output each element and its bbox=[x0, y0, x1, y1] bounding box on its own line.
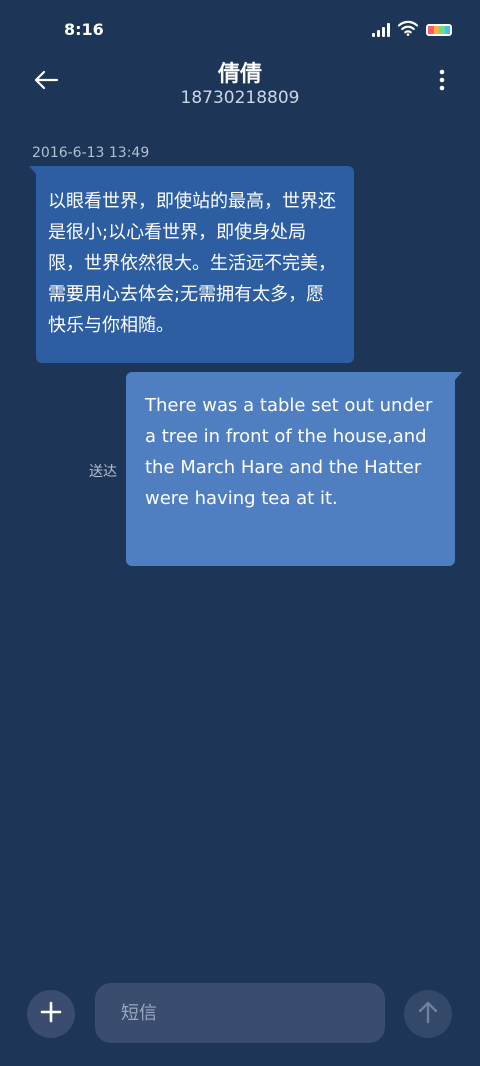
more-options-button[interactable] bbox=[430, 66, 454, 98]
bubble-tail bbox=[29, 166, 43, 182]
battery-segment bbox=[444, 26, 450, 34]
message-timestamp: 2016-6-13 13:49 bbox=[32, 145, 150, 161]
contact-number: 18730218809 bbox=[180, 88, 300, 108]
signal-icon bbox=[372, 23, 390, 37]
battery-level bbox=[428, 26, 450, 34]
send-button[interactable] bbox=[404, 990, 452, 1038]
message-input[interactable] bbox=[95, 983, 385, 1043]
outgoing-message-bubble[interactable]: There was a table set out under a tree i… bbox=[126, 372, 462, 566]
status-bar: 8:16 bbox=[0, 0, 480, 60]
status-icons bbox=[372, 20, 452, 40]
incoming-message-bubble[interactable]: 以眼看世界，即使站的最高，世界还是很小;以心看世界，即使身处局限，世界依然很大。… bbox=[29, 166, 354, 363]
status-time: 8:16 bbox=[64, 20, 104, 39]
plus-icon bbox=[40, 1001, 62, 1027]
add-attachment-button[interactable] bbox=[27, 990, 75, 1038]
wifi-icon bbox=[397, 20, 419, 40]
outgoing-message-text: There was a table set out under a tree i… bbox=[145, 395, 433, 509]
bubble-tail bbox=[448, 372, 462, 388]
more-vertical-icon bbox=[439, 69, 445, 95]
arrow-up-icon bbox=[417, 1000, 439, 1028]
delivery-status: 送达 bbox=[89, 464, 117, 480]
battery-icon bbox=[426, 24, 452, 36]
conversation-header: 倩倩 18730218809 bbox=[0, 52, 480, 116]
incoming-message-text: 以眼看世界，即使站的最高，世界还是很小;以心看世界，即使身处局限，世界依然很大。… bbox=[48, 191, 336, 336]
contact-name: 倩倩 bbox=[217, 62, 262, 87]
